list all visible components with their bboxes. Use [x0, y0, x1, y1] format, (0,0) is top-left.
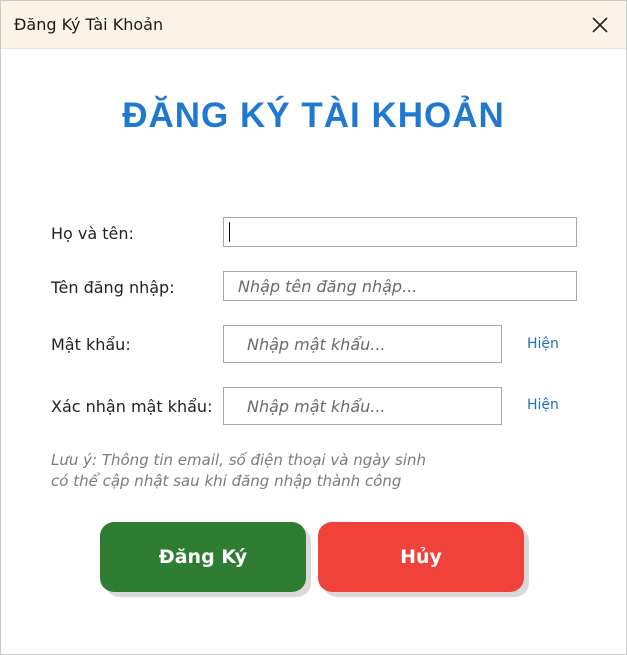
title-bar: Đăng Ký Tài Khoản — [1, 1, 626, 49]
username-label: Tên đăng nhập: — [51, 278, 175, 297]
password-input[interactable] — [223, 325, 502, 363]
note-line-1: Lưu ý: Thông tin email, số điện thoại và… — [51, 451, 427, 469]
show-password-link[interactable]: Hiện — [527, 336, 559, 352]
show-confirm-password-link[interactable]: Hiện — [527, 397, 559, 413]
register-button[interactable]: Đăng Ký — [100, 522, 306, 592]
close-icon — [592, 17, 608, 33]
confirm-password-input[interactable] — [223, 387, 502, 425]
text-caret — [229, 222, 230, 242]
note-line-2: có thể cập nhật sau khi đăng nhập thành … — [51, 472, 402, 490]
info-note: Lưu ý: Thông tin email, số điện thoại và… — [51, 450, 471, 492]
fullname-input[interactable] — [223, 217, 577, 247]
window-title: Đăng Ký Tài Khoản — [14, 15, 164, 34]
cancel-button[interactable]: Hủy — [318, 522, 524, 592]
close-button[interactable] — [584, 9, 616, 41]
confirm-password-label: Xác nhận mật khẩu: — [51, 397, 213, 416]
username-input[interactable] — [223, 271, 577, 301]
fullname-label: Họ và tên: — [51, 224, 134, 243]
register-dialog: Đăng Ký Tài Khoản ĐĂNG KÝ TÀI KHOẢN Họ v… — [0, 0, 627, 655]
page-title: ĐĂNG KÝ TÀI KHOẢN — [122, 96, 505, 135]
password-label: Mật khẩu: — [51, 335, 131, 354]
